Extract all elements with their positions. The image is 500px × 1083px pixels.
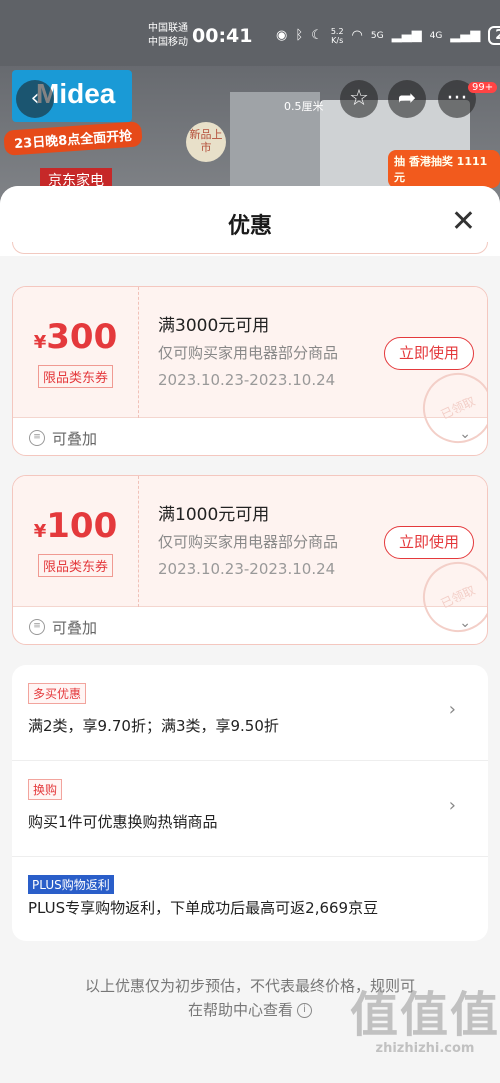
carrier-1: 中国联通 <box>148 23 188 34</box>
battery-indicator: 21 <box>488 26 500 45</box>
coupon-details: 满1000元可用 仅可购买家用电器部分商品 2023.10.23-2023.10… <box>158 500 338 578</box>
coupon-body: ¥300 限品类东券 满3000元可用 仅可购买家用电器部分商品 2023.10… <box>13 287 487 455</box>
stackable-label: 可叠加 <box>52 619 98 637</box>
coupon-scope: 仅可购买家用电器部分商品 <box>158 533 339 551</box>
promotion-desc: 购买1件可优惠换购热销商品 <box>28 813 218 831</box>
promotion-desc: 满2类，享9.70折；满3类，享9.50折 <box>28 717 279 735</box>
eye-icon: ◉ <box>276 28 288 43</box>
star-icon: ☆ <box>349 86 369 111</box>
signal-icon: ▂▄▆ <box>391 28 422 43</box>
coupon-details: 满3000元可用 仅可购买家用电器部分商品 2023.10.23-2023.10… <box>158 311 338 389</box>
stackable-icon: ≡ <box>29 430 45 446</box>
coupon-condition: 满1000元可用 <box>158 505 270 525</box>
coupon-scope: 仅可购买家用电器部分商品 <box>158 344 339 362</box>
message-count-badge: 99+ <box>468 82 498 93</box>
back-button[interactable]: ‹ <box>16 80 54 118</box>
promotion-tag: 多买优惠 <box>28 683 87 704</box>
amount-value: 300 <box>46 317 118 357</box>
more-icon: ··· <box>446 86 468 111</box>
coupon-amount-section: ¥100 限品类东券 <box>13 476 139 607</box>
info-icon[interactable]: i <box>297 1003 312 1018</box>
coupon-condition: 满3000元可用 <box>158 316 270 336</box>
plus-tag: PLUS购物返利 <box>28 875 114 894</box>
promotion-row-exchange[interactable]: 换购 购买1件可优惠换购热销商品 › <box>12 761 488 857</box>
wifi-icon: ◠ <box>351 28 363 43</box>
coupon-type-tag: 限品类东券 <box>37 554 113 577</box>
coupon-card: ¥100 限品类东券 满1000元可用 仅可购买家用电器部分商品 2023.10… <box>12 475 488 645</box>
carrier-2: 中国移动 <box>148 37 188 48</box>
coupon-amount: ¥100 <box>13 506 138 546</box>
new-product-badge: 新品上市 <box>186 122 226 162</box>
currency-symbol: ¥ <box>33 521 47 542</box>
promo-banner: 23日晚8点全面开抢 <box>3 121 143 156</box>
status-bar: 中国联通 中国移动 00:41 ◉ ᛒ ☾ 5.2 K/s ◠ 5G ▂▄▆ 4… <box>0 0 500 66</box>
status-icons: ◉ ᛒ ☾ 5.2 K/s ◠ 5G ▂▄▆ 4G ▂▄▆ 21 <box>276 26 500 45</box>
stackable-icon: ≡ <box>29 619 45 635</box>
coupon-amount: ¥300 <box>13 317 138 357</box>
signal-icon-2: ▂▄▆ <box>450 28 481 43</box>
network-2: 4G <box>429 30 443 41</box>
coupon-amount-section: ¥300 限品类东券 <box>13 287 139 418</box>
promotion-row-plus: PLUS购物返利 PLUS专享购物返利，下单成功后最高可返2,669京豆 <box>12 857 488 953</box>
chevron-right-icon: › <box>448 795 456 816</box>
watermark-mark: 值值值 <box>350 987 500 1043</box>
chevron-down-icon[interactable]: ⌄ <box>459 426 471 442</box>
promotions-card: 多买优惠 满2类，享9.70折；满3类，享9.50折 › 换购 购买1件可优惠换… <box>12 665 488 941</box>
coupon-date: 2023.10.23-2023.10.24 <box>158 371 336 389</box>
use-now-button[interactable]: 立即使用 <box>384 526 474 559</box>
clock: 00:41 <box>192 25 253 47</box>
share-icon: ➦ <box>397 86 417 111</box>
speed-unit: K/s <box>331 35 344 45</box>
carrier-info: 中国联通 中国移动 <box>148 22 188 50</box>
promotion-row-multi-buy[interactable]: 多买优惠 满2类，享9.70折；满3类，享9.50折 › <box>12 665 488 761</box>
share-button[interactable]: ➦ <box>388 80 426 118</box>
note-line-2: 在帮助中心查看 <box>187 1001 293 1019</box>
bluetooth-icon: ᛒ <box>295 28 304 43</box>
coupon-footer[interactable]: ≡ 可叠加 ⌄ <box>13 607 487 644</box>
watermark: 值值值 zhizhizhi.com <box>350 975 500 1056</box>
network-speed: 5.2 K/s <box>331 27 344 45</box>
promotion-desc: PLUS专享购物返利，下单成功后最高可返2,669京豆 <box>28 899 379 917</box>
chevron-right-icon: › <box>448 699 456 720</box>
network-1: 5G <box>370 30 384 41</box>
close-button[interactable]: ✕ <box>451 204 476 239</box>
coupon-body: ¥100 限品类东券 满1000元可用 仅可购买家用电器部分商品 2023.10… <box>13 476 487 644</box>
chevron-left-icon: ‹ <box>30 86 40 111</box>
spec-label: 0.5厘米 <box>284 100 324 113</box>
stackable-label: 可叠加 <box>52 430 98 448</box>
lottery-banner: 抽 香港抽奖 1111元 <box>388 150 500 188</box>
amount-value: 100 <box>46 506 118 546</box>
promotion-tag: 换购 <box>28 779 63 800</box>
discount-sheet: 优惠 ✕ ¥300 限品类东券 满3000元可用 仅可购买家用电器部分商品 20… <box>0 186 500 1083</box>
favorite-button[interactable]: ☆ <box>340 80 378 118</box>
coupon-date: 2023.10.23-2023.10.24 <box>158 560 336 578</box>
sheet-title: 优惠 <box>227 214 272 239</box>
coupon-footer[interactable]: ≡ 可叠加 ⌄ <box>13 418 487 455</box>
sheet-header: 优惠 ✕ <box>0 186 500 256</box>
moon-icon: ☾ <box>311 28 323 43</box>
chevron-down-icon[interactable]: ⌄ <box>459 615 471 631</box>
previous-coupon-edge <box>12 242 488 254</box>
use-now-button[interactable]: 立即使用 <box>384 337 474 370</box>
currency-symbol: ¥ <box>33 332 47 353</box>
close-icon: ✕ <box>450 204 476 239</box>
coupon-type-tag: 限品类东券 <box>37 365 113 388</box>
speed-value: 5.2 <box>330 26 344 36</box>
coupon-card: ¥300 限品类东券 满3000元可用 仅可购买家用电器部分商品 2023.10… <box>12 286 488 456</box>
